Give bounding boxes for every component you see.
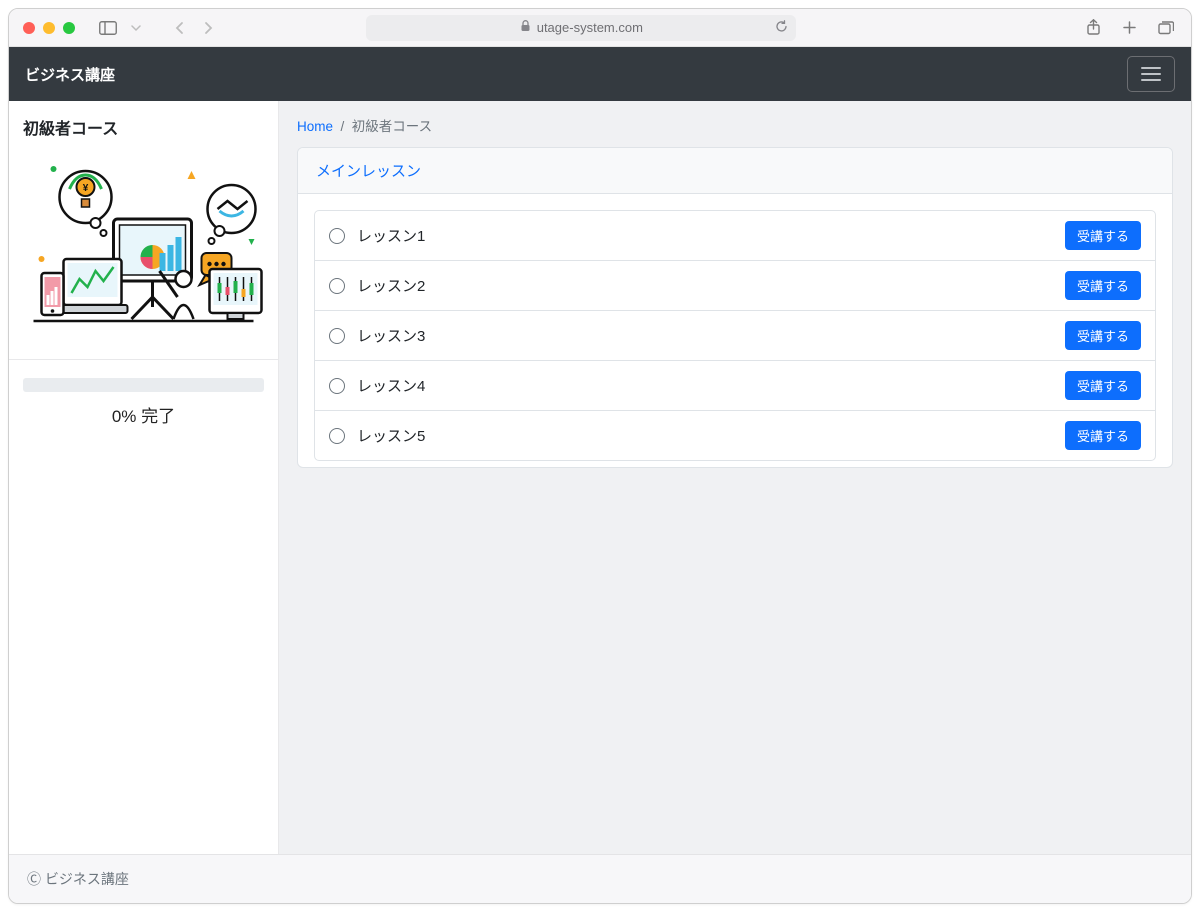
lesson-row-left: レッスン2 (329, 275, 425, 296)
lesson-row: レッスン3 受講する (315, 311, 1155, 361)
content-area: 初級者コース (9, 101, 1191, 854)
lesson-row: レッスン4 受講する (315, 361, 1155, 411)
minimize-window-button[interactable] (43, 22, 55, 34)
course-hero-image: ¥ (23, 149, 264, 349)
main-panel: Home / 初級者コース メインレッスン レッスン1受講するレッスン2受講する… (279, 101, 1191, 854)
browser-toolbar: utage-system.com (9, 9, 1191, 47)
share-icon[interactable] (1083, 17, 1105, 39)
lesson-row-left: レッスン5 (329, 425, 425, 446)
lesson-title[interactable]: レッスン4 (357, 375, 425, 396)
maximize-window-button[interactable] (63, 22, 75, 34)
brand-title[interactable]: ビジネス講座 (25, 64, 115, 85)
lesson-title[interactable]: レッスン1 (357, 225, 425, 246)
lesson-row-left: レッスン3 (329, 325, 425, 346)
breadcrumb-current: 初級者コース (352, 119, 432, 134)
lesson-status-circle-icon (329, 378, 345, 394)
breadcrumb-separator: / (337, 119, 352, 134)
lock-icon (520, 20, 531, 35)
svg-text:¥: ¥ (83, 183, 89, 194)
take-lesson-button[interactable]: 受講する (1065, 221, 1141, 250)
sidebar: 初級者コース (9, 101, 279, 854)
lesson-list: レッスン1受講するレッスン2受講するレッスン3受講するレッスン4受講するレッスン… (314, 210, 1156, 461)
footer: Ⓒ ビジネス講座 (9, 854, 1191, 903)
breadcrumb: Home / 初級者コース (297, 115, 1173, 135)
sidebar-toggle-icon[interactable] (97, 17, 119, 39)
address-text: utage-system.com (537, 20, 643, 35)
lesson-status-circle-icon (329, 228, 345, 244)
new-tab-icon[interactable] (1119, 17, 1141, 39)
lesson-row-left: レッスン4 (329, 375, 425, 396)
lesson-title[interactable]: レッスン3 (357, 325, 425, 346)
address-bar[interactable]: utage-system.com (366, 15, 796, 41)
take-lesson-button[interactable]: 受講する (1065, 271, 1141, 300)
lesson-row: レッスン1 受講する (315, 211, 1155, 261)
lesson-row: レッスン5 受講する (315, 411, 1155, 460)
lesson-card: メインレッスン レッスン1受講するレッスン2受講するレッスン3受講するレッスン4… (297, 147, 1173, 468)
card-header: メインレッスン (298, 148, 1172, 194)
copyright-icon: Ⓒ (27, 871, 45, 887)
hamburger-icon (1140, 66, 1162, 82)
lesson-row: レッスン2 受講する (315, 261, 1155, 311)
app-navbar: ビジネス講座 (9, 47, 1191, 101)
forward-button[interactable] (197, 17, 219, 39)
course-title: 初級者コース (23, 115, 264, 139)
close-window-button[interactable] (23, 22, 35, 34)
progress-section: 0% 完了 (9, 359, 278, 427)
lesson-title[interactable]: レッスン5 (357, 425, 425, 446)
take-lesson-button[interactable]: 受講する (1065, 321, 1141, 350)
breadcrumb-home-link[interactable]: Home (297, 119, 333, 134)
take-lesson-button[interactable]: 受講する (1065, 371, 1141, 400)
menu-toggle-button[interactable] (1127, 56, 1175, 92)
lesson-title[interactable]: レッスン2 (357, 275, 425, 296)
lesson-status-circle-icon (329, 328, 345, 344)
take-lesson-button[interactable]: 受講する (1065, 421, 1141, 450)
back-button[interactable] (169, 17, 191, 39)
lesson-status-circle-icon (329, 278, 345, 294)
progress-bar (23, 378, 264, 392)
lesson-status-circle-icon (329, 428, 345, 444)
tabs-overview-icon[interactable] (1155, 17, 1177, 39)
progress-text: 0% 完了 (23, 402, 264, 427)
refresh-icon[interactable] (775, 20, 788, 36)
window-controls (23, 22, 75, 34)
lesson-row-left: レッスン1 (329, 225, 425, 246)
footer-text: ビジネス講座 (45, 871, 129, 887)
chevron-down-icon[interactable] (125, 17, 147, 39)
